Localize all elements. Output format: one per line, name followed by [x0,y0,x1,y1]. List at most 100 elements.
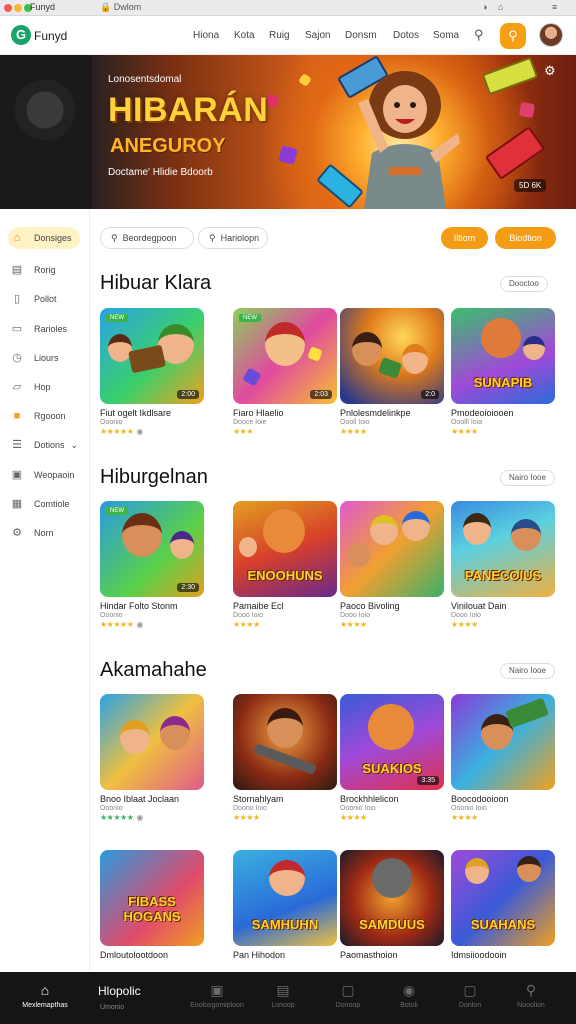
game-card[interactable]: Stornahlyam Doono Ioio ★★★★ [233,694,337,822]
sidebar-item-settings[interactable]: ⚙ Norn [10,524,54,542]
card-rating: ★★★★★ ◉ [100,427,143,436]
square-icon: ▢ [463,982,477,998]
game-thumbnail [340,501,444,597]
filter-input[interactable]: ⚲ Hariolopn [198,227,268,249]
card-meta: Ooonio Ioio [340,805,376,812]
duration-badge: 2:0 [421,390,439,399]
card-meta: Dooo Ioio [451,612,481,619]
card-rating: ★★★★ [451,813,478,822]
game-card[interactable]: SAMHUHN Pan Hihodon [233,850,337,960]
nav-link-6[interactable]: Dotos [393,30,419,41]
game-thumbnail: SUAHANS [451,850,555,946]
game-card[interactable]: SUAKIOS 3:35 Brockhhlelicon Ooonio Ioio … [340,694,444,822]
game-thumbnail [100,694,204,790]
thumbnail-tag: NEW [106,314,128,322]
hero-banner[interactable]: Lonosentsdomal HIBARÁN ANEGUROY Doctame'… [0,55,576,209]
sidebar-item-window[interactable]: ▣ Weopaoin [10,466,75,484]
card-meta: Ooonio [100,612,123,619]
minimize-window-button[interactable] [14,4,22,12]
tab-home[interactable]: ⌂ Mexlemapthas [14,972,76,1024]
hero-decor-block [518,101,536,119]
nav-link-3[interactable]: Ruig [269,30,290,41]
see-all-button[interactable]: Nairo Iooe [500,663,555,679]
sidebar-item-card[interactable]: ▭ Rarioles [10,320,67,338]
sidebar-item-bag[interactable]: ■ Rgooon [10,407,66,425]
nav-link-4[interactable]: Sajon [305,30,331,41]
sidebar-item-label: Donsiges [34,233,72,243]
nav-link-2[interactable]: Kota [234,30,255,41]
game-thumbnail: PANECOIUS [451,501,555,597]
home-icon[interactable]: ⌂ [498,2,503,12]
thumbnail-title: PANECOIUS [464,568,542,583]
game-card[interactable]: 2:0 Pnlolesmdelinkpe Oooll Ioio ★★★★ [340,308,444,436]
duration-badge: 3:35 [417,776,439,785]
search-input[interactable]: ⚲ Beordegpoon [100,227,194,249]
thumbnail-title: ENOOHUNS [247,568,323,583]
game-card[interactable]: Bnoo Iblaat Joclaan Ooonio ★★★★★ ◉ [100,694,204,822]
tab-search[interactable]: ⚲ Nooolion [500,972,562,1024]
game-card[interactable]: SUAHANS Idmsiioodooin [451,850,555,960]
close-window-button[interactable] [4,4,12,12]
game-card[interactable]: ENOOHUNS Pamaibe Ecl Dooo Ioio ★★★★ [233,501,337,629]
tab-label: Lonoop [271,1002,295,1009]
hero-subtitle: ANEGUROY [110,135,226,157]
game-card[interactable]: PANECOIUS Vinilouat Dain Dooo Ioio ★★★★ [451,501,555,629]
card-meta: Ooonio [100,419,123,426]
sort-button[interactable]: Biodtion [495,227,556,249]
hero-side-panel [0,55,92,209]
game-card[interactable]: Paoco Bivoling Dooo Ioio ★★★★ [340,501,444,629]
hero-tagline: Doctame' Hlidie Bdoorb [108,167,213,178]
search-icon: ⚲ [111,232,118,243]
game-card[interactable]: NEW 2:00 Fiut ogelt Ikdlsare Ooonio ★★★★… [100,308,204,436]
nav-link-5[interactable]: Donsm [345,30,377,41]
game-card[interactable]: Boocodooioon Ooonio Ioio ★★★★ [451,694,555,822]
nav-link-1[interactable]: Hiona [193,30,219,41]
sidebar-item-calendar[interactable]: ▤ Rorig [10,261,56,279]
game-card[interactable]: NEW 2:03 Fiaro Hlaelio Dooce Ioie ★★★ [233,308,337,436]
see-all-button[interactable]: Nairo Iooe [500,470,555,486]
tab-photos[interactable]: ▤ Lonoop [252,972,314,1024]
card-meta: Ooolll Ioia [451,419,483,426]
sidebar-item-label: Rarioles [34,324,68,334]
info-icon: ◉ [136,620,143,629]
sidebar-item-clock[interactable]: ◷ Liours [10,349,58,367]
sidebar-item-home[interactable]: ⌂ Donsiges [10,229,72,247]
sidebar-item-grid[interactable]: ▦ Comtiole [10,495,70,513]
avatar[interactable] [539,23,563,47]
info-icon: ◉ [136,427,143,436]
window-icon: ▣ [11,469,23,481]
sidebar-item-document[interactable]: ▯ Pollot [10,290,57,308]
logo-icon[interactable]: G [11,25,31,45]
game-card[interactable]: SAMDUUS Paomasthoion [340,850,444,960]
duration-badge: 2:03 [310,390,332,399]
card-icon: ▭ [11,323,23,335]
game-card[interactable]: SUNAPIB Pmodeoioiooen Ooolll Ioia ★★★★ [451,308,555,436]
tab-library[interactable]: ▢ Donlon [439,972,501,1024]
tab-explore[interactable]: ◉ Botoli [378,972,440,1024]
search-icon[interactable]: ⚲ [474,27,484,43]
settings-icon[interactable]: ⚙ [544,63,556,79]
game-thumbnail: SAMDUUS [340,850,444,946]
sidebar-item-folder[interactable]: ▱ Hop [10,378,51,396]
card-title: Paoco Bivoling [340,601,400,611]
profile-icon[interactable]: ◑ [482,2,487,12]
tab-bookmarks[interactable]: ▢ Donoop [317,972,379,1024]
game-card[interactable]: FIBASS HOGANS Dmloutolootdoon [100,850,204,960]
photo-icon: ▤ [276,982,290,998]
nav-link-7[interactable]: Soma [433,30,459,41]
filter-button[interactable]: Iltiom [441,227,488,249]
menu-icon[interactable]: ≡ [552,2,557,12]
search-button[interactable]: ⚲ [500,23,526,49]
chevron-down-icon[interactable]: ⌄ [71,440,79,451]
logo-text[interactable]: Funyd [34,29,67,43]
game-card[interactable]: NEW 2:30 Hindar Folto Stonm Ooonio ★★★★★… [100,501,204,629]
thumbnail-tag: NEW [239,314,261,322]
tab-gallery[interactable]: ▣ Eoolosgomiploon [186,972,248,1024]
sidebar-item-label: Norn [34,528,54,538]
tab-heading-sub: Umonio [100,1004,125,1011]
see-all-button[interactable]: Dooctoo [500,276,548,292]
thumbnail-title: SAMDUUS [359,917,425,932]
sidebar-item-list[interactable]: ☰ Dotions ⌄ [10,436,78,454]
address-bar[interactable]: 🔒 Dwlom [100,2,141,13]
game-thumbnail [233,694,337,790]
